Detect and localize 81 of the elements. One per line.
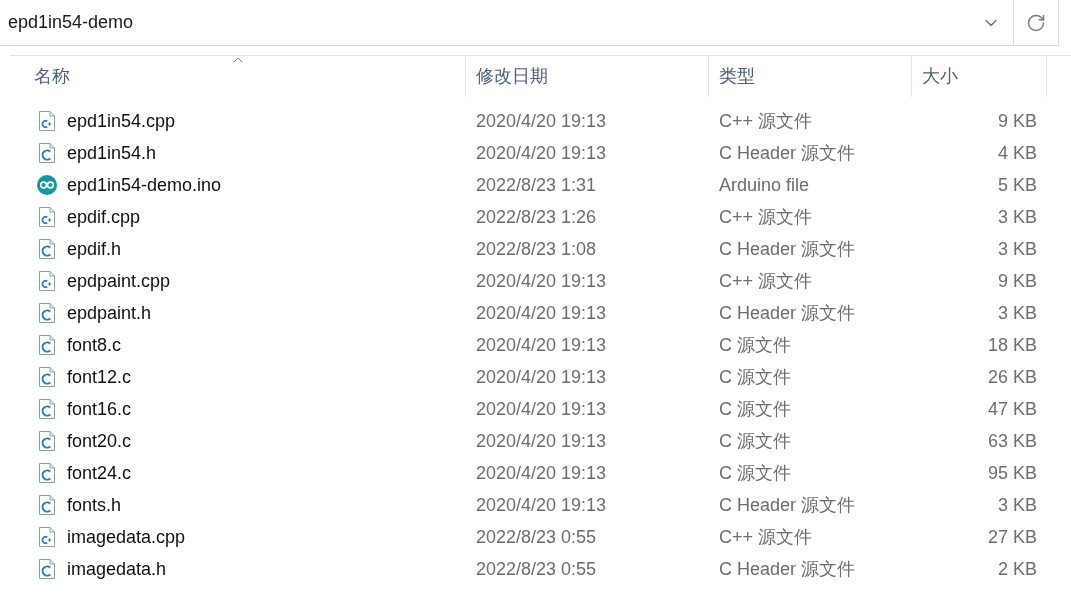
modified-date: 2022/8/23 0:55 xyxy=(475,525,597,549)
c-file-icon xyxy=(39,239,55,259)
c-file-icon xyxy=(39,495,55,515)
file-size: 4 KB xyxy=(997,141,1038,165)
c-file-icon xyxy=(39,399,55,419)
file-size: 2 KB xyxy=(997,557,1038,581)
file-name[interactable]: epd1in54.cpp xyxy=(67,107,176,135)
file-size: 3 KB xyxy=(997,205,1038,229)
file-type: C++ 源文件 xyxy=(718,525,813,549)
c-file-icon xyxy=(39,559,55,579)
file-type: C Header 源文件 xyxy=(718,493,856,517)
infinity-circle-icon xyxy=(37,175,57,195)
modified-date: 2020/4/20 19:13 xyxy=(475,461,607,485)
column-header[interactable]: 大小 xyxy=(912,56,1047,97)
modified-date: 2020/4/20 19:13 xyxy=(475,269,607,293)
file-name[interactable]: font24.c xyxy=(67,459,132,487)
modified-date: 2020/4/20 19:13 xyxy=(475,141,607,165)
file-name[interactable]: epd1in54.h xyxy=(67,139,157,167)
file-size: 18 KB xyxy=(987,333,1038,357)
modified-date: 2022/8/23 1:08 xyxy=(475,237,597,261)
c-file-icon xyxy=(39,367,55,387)
file-size: 26 KB xyxy=(987,365,1038,389)
file-size: 47 KB xyxy=(987,397,1038,421)
modified-date: 2022/8/23 0:55 xyxy=(475,557,597,581)
file-type: C Header 源文件 xyxy=(718,237,856,261)
file-name[interactable]: imagedata.cpp xyxy=(67,523,186,551)
file-type: C Header 源文件 xyxy=(718,301,856,325)
file-size: 3 KB xyxy=(997,493,1038,517)
file-size: 3 KB xyxy=(997,237,1038,261)
file-type: C 源文件 xyxy=(718,429,791,453)
address-field[interactable]: epd1in54-demo xyxy=(0,0,968,45)
file-size: 95 KB xyxy=(987,461,1038,485)
file-name[interactable]: epdpaint.h xyxy=(67,299,152,327)
c-file-icon xyxy=(39,463,55,483)
c-file-icon xyxy=(39,143,55,163)
modified-date: 2020/4/20 19:13 xyxy=(475,333,607,357)
cpp-file-icon xyxy=(39,271,55,291)
modified-date: 2020/4/20 19:13 xyxy=(475,301,607,325)
modified-date: 2020/4/20 19:13 xyxy=(475,109,607,133)
file-name[interactable]: imagedata.h xyxy=(67,555,167,583)
c-file-icon xyxy=(39,335,55,355)
c-file-icon xyxy=(39,431,55,451)
modified-date: 2022/8/23 1:31 xyxy=(475,173,597,197)
file-size: 9 KB xyxy=(997,109,1038,133)
file-name[interactable]: font8.c xyxy=(67,331,122,359)
modified-date: 2020/4/20 19:13 xyxy=(475,493,607,517)
column-header[interactable]: 类型 xyxy=(709,56,912,97)
file-size: 3 KB xyxy=(997,301,1038,325)
column-header[interactable]: 名称 xyxy=(10,56,466,97)
file-name[interactable]: epdif.h xyxy=(67,235,122,263)
modified-date: 2020/4/20 19:13 xyxy=(475,365,607,389)
file-type: C Header 源文件 xyxy=(718,141,856,165)
column-header[interactable]: 修改日期 xyxy=(466,56,709,97)
c-file-icon xyxy=(39,303,55,323)
file-name[interactable]: fonts.h xyxy=(67,491,122,519)
file-type: C Header 源文件 xyxy=(718,557,856,581)
cpp-file-icon xyxy=(39,527,55,547)
file-name[interactable]: epdif.cpp xyxy=(67,203,141,231)
modified-date: 2020/4/20 19:13 xyxy=(475,397,607,421)
file-size: 63 KB xyxy=(987,429,1038,453)
file-size: 27 KB xyxy=(987,525,1038,549)
file-type: C++ 源文件 xyxy=(718,109,813,133)
modified-date: 2020/4/20 19:13 xyxy=(475,429,607,453)
file-type: C 源文件 xyxy=(718,365,791,389)
file-name[interactable]: epdpaint.cpp xyxy=(67,267,171,295)
file-type: C++ 源文件 xyxy=(718,205,813,229)
file-type: C 源文件 xyxy=(718,397,791,421)
file-type: C 源文件 xyxy=(718,333,791,357)
file-name[interactable]: font16.c xyxy=(67,395,132,423)
cpp-file-icon xyxy=(39,111,55,131)
file-type: C 源文件 xyxy=(718,461,791,485)
file-size: 5 KB xyxy=(997,173,1038,197)
cpp-file-icon xyxy=(39,207,55,227)
file-name[interactable]: font12.c xyxy=(67,363,132,391)
file-name[interactable]: font20.c xyxy=(67,427,132,455)
file-name[interactable]: epd1in54-demo.ino xyxy=(67,171,222,199)
file-type: Arduino file xyxy=(718,173,810,197)
file-size: 9 KB xyxy=(997,269,1038,293)
refresh-icon xyxy=(1026,12,1046,33)
file-type: C++ 源文件 xyxy=(718,269,813,293)
modified-date: 2022/8/23 1:26 xyxy=(475,205,597,229)
